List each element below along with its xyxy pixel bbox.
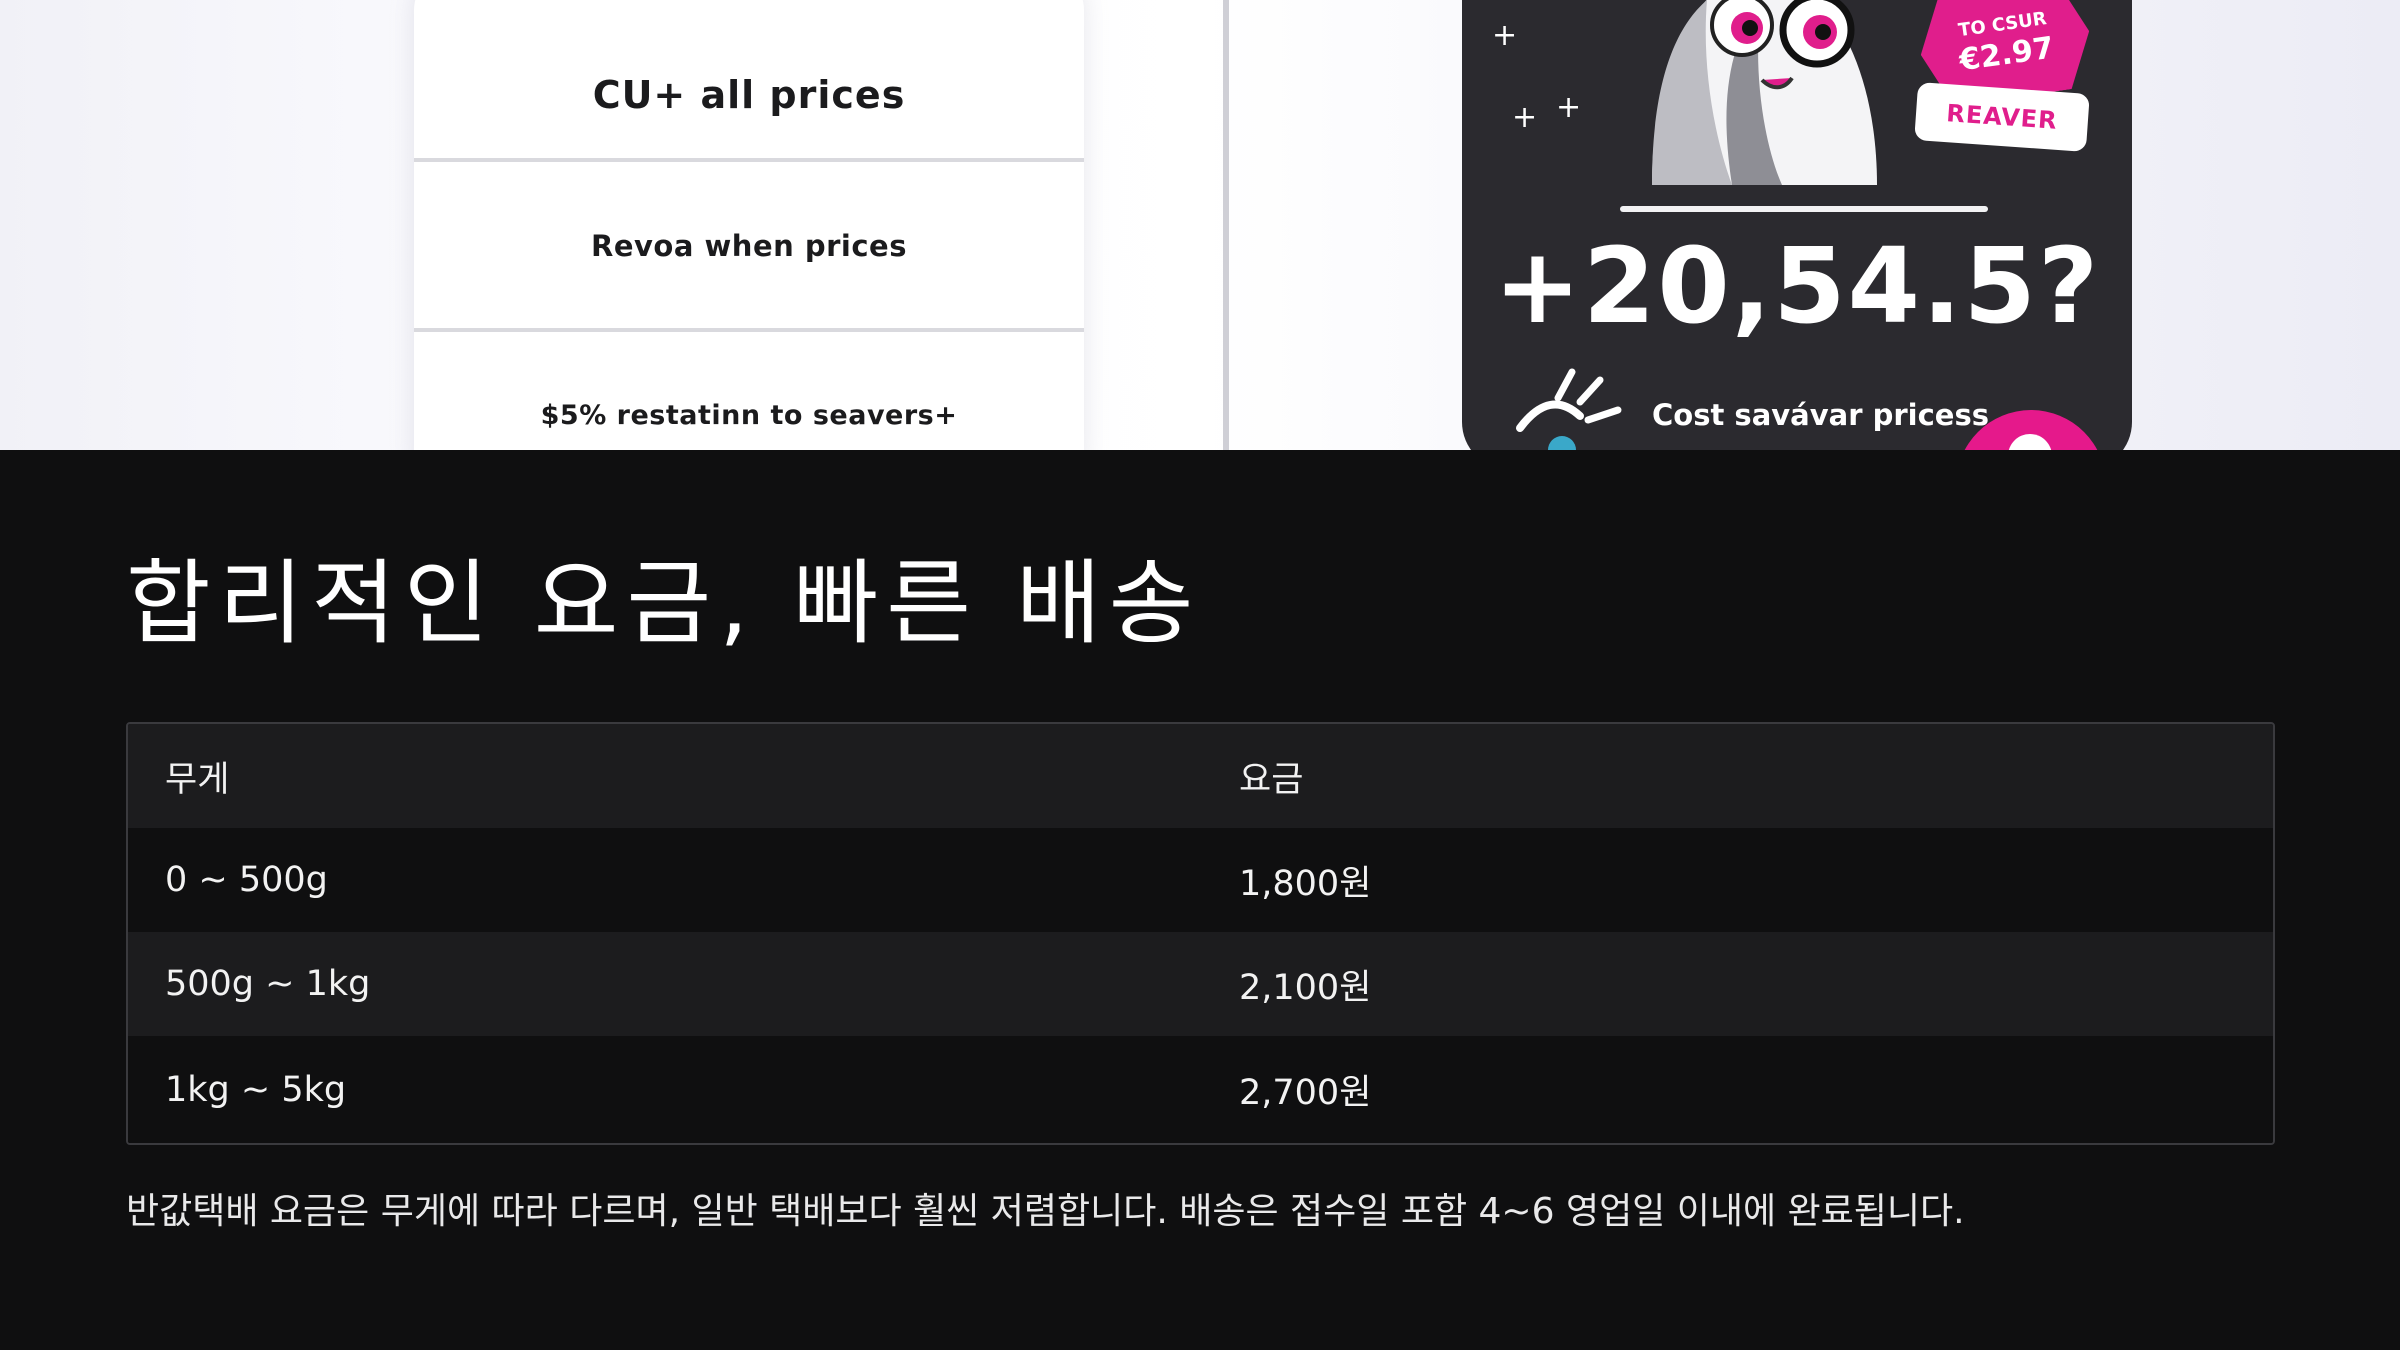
weight-cell: 500g ~ 1kg [165, 964, 371, 1004]
fee-cell: 2,100원 [1239, 967, 1372, 1008]
promo-big-figure: +20,54.5? [1493, 225, 2101, 347]
table-row: 0 ~ 500g 1,800원 [128, 828, 2273, 932]
hero-image: CU+ all prices Revoa when prices $5% res… [0, 0, 2400, 450]
sparkle-icon: + [1492, 18, 1518, 53]
table-row: 500g ~ 1kg 2,100원 [128, 932, 2273, 1036]
promo-card: + + + TO CSUR €2.97 REAVER +20,54.5? Cos… [1462, 0, 2132, 450]
sparkle-icon: + [1512, 100, 1538, 135]
header-weight: 무게 [165, 759, 230, 800]
weight-cell: 1kg ~ 5kg [165, 1069, 347, 1110]
pink-badge-hole [2008, 434, 2052, 450]
price-card-row-third: $5% restatinn to seavers+ [540, 399, 958, 431]
header-fee: 요금 [1239, 759, 1304, 800]
fee-cell: 1,800원 [1239, 863, 1372, 904]
sparkle-icon: + [1556, 90, 1582, 125]
price-feature-card: CU+ all prices Revoa when prices $5% res… [414, 0, 1084, 450]
section-title: 합리적인 요금, 빠른 배송 [126, 550, 1202, 657]
mascot-illustration [1652, 0, 1877, 185]
promo-underline [1620, 206, 1988, 212]
promo-caption: Cost savávar pricess [1652, 398, 1989, 432]
shipping-fee-table: 무게 요금 0 ~ 500g 1,800원 500g ~ 1kg 2,100원 … [126, 722, 2275, 1145]
price-card-row-title: CU+ all prices [592, 73, 906, 117]
fee-cell: 2,700원 [1239, 1073, 1372, 1113]
reaver-tag: REAVER [1914, 82, 2090, 152]
burst-icon [1516, 368, 1622, 450]
table-row: 1kg ~ 5kg 2,700원 [128, 1036, 2273, 1143]
shipping-footnote: 반값택배 요금은 무게에 따라 다르며, 일반 택배보다 훨씬 저렴합니다. 배… [126, 1191, 1965, 1232]
hero-divider [1223, 0, 1229, 450]
weight-cell: 0 ~ 500g [165, 860, 328, 900]
price-card-row-second: Revoa when prices [591, 229, 907, 263]
price-card-divider [414, 328, 1084, 332]
table-header-row: 무게 요금 [128, 724, 2273, 828]
